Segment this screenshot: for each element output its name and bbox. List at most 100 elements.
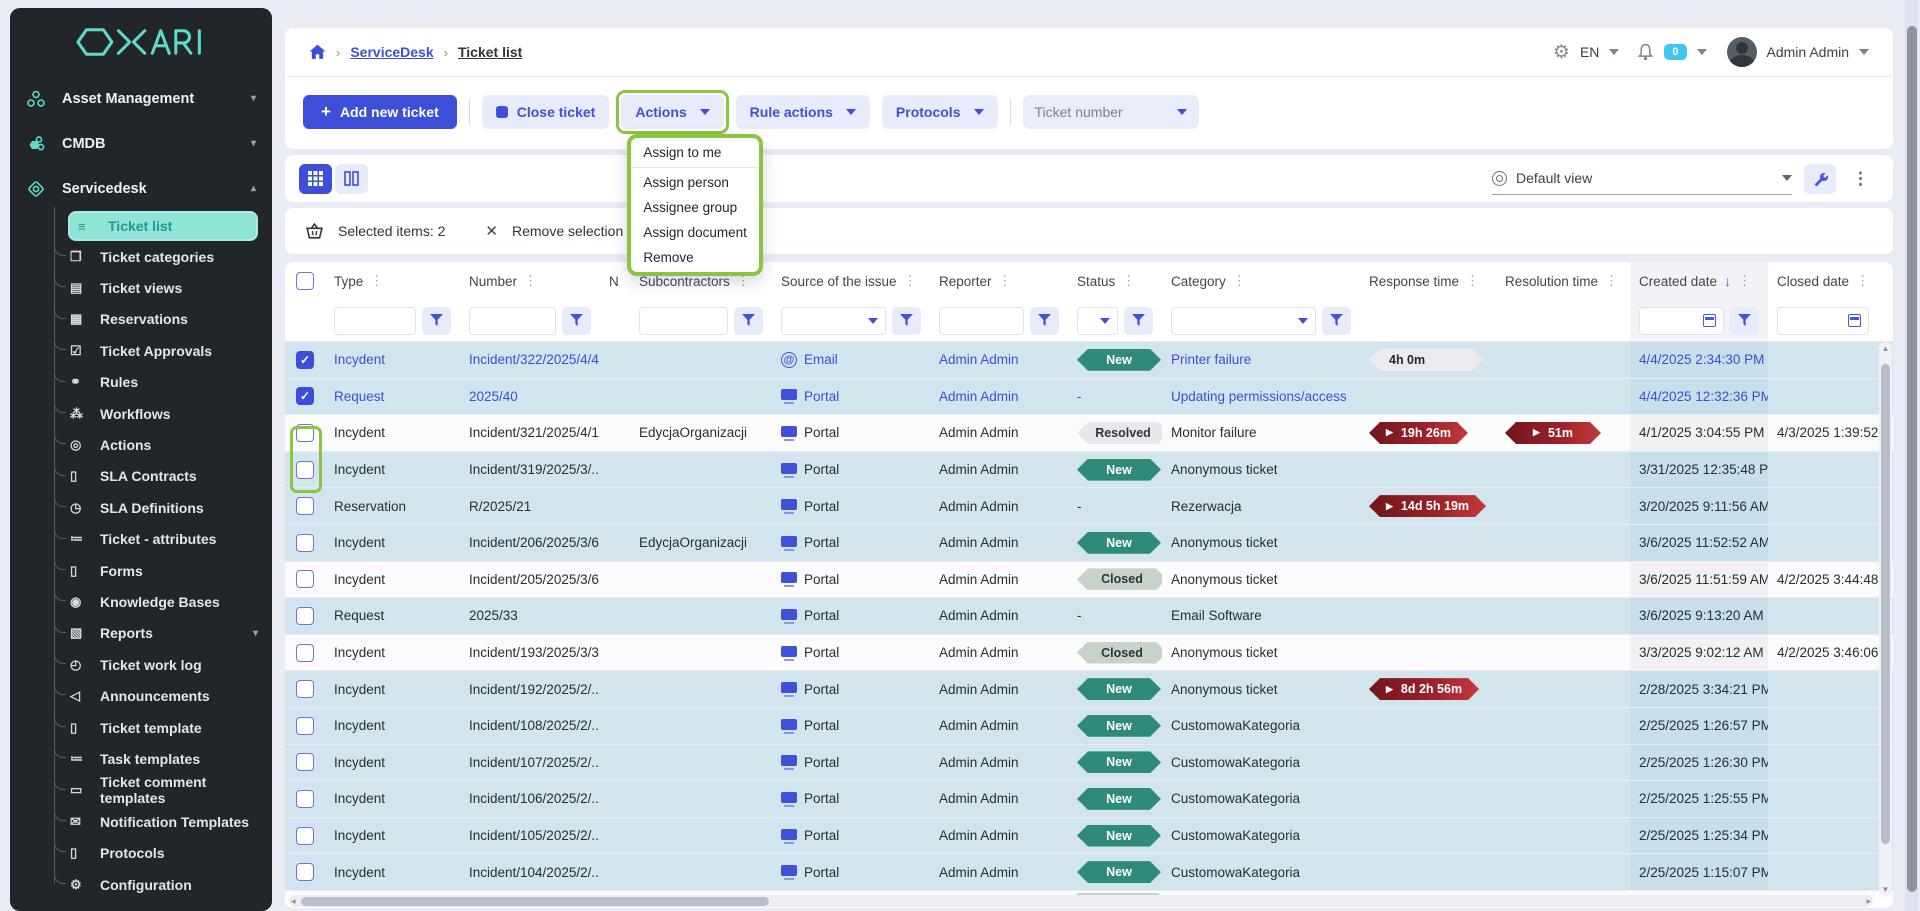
row-checkbox[interactable]: ✓	[296, 351, 314, 369]
sidebar-item-knowledge-bases[interactable]: ◉ Knowledge Bases	[54, 586, 272, 617]
select-all-checkbox[interactable]	[296, 272, 314, 290]
cell-category[interactable]: Anonymous ticket	[1162, 635, 1360, 671]
cell-reporter[interactable]: Admin Admin	[930, 379, 1068, 415]
table-row[interactable]: Incydent Incident/106/2025/2/... Portal …	[285, 781, 1893, 818]
filter-funnel-button[interactable]	[1030, 307, 1059, 335]
page-scroll-thumb[interactable]	[1907, 26, 1917, 892]
cell-reporter[interactable]: Admin Admin	[930, 708, 1068, 744]
column-menu-icon[interactable]: ⋮	[1122, 273, 1135, 289]
sidebar-item-reports[interactable]: ▧ Reports ▾	[54, 618, 272, 649]
table-row[interactable]: Incydent Incident/206/2025/3/6 EdycjaOrg…	[285, 525, 1893, 562]
table-row[interactable]: Incydent Incident/105/2025/2/... Portal …	[285, 818, 1893, 855]
cell-number[interactable]: Incident/319/2025/3/...	[460, 452, 600, 488]
sidebar-item-reservations[interactable]: ▦ Reservations	[54, 304, 272, 335]
cell-reporter[interactable]: Admin Admin	[930, 562, 1068, 598]
horizontal-scroll-thumb[interactable]	[301, 897, 769, 906]
sidebar-item-asset-management[interactable]: Asset Management ▾	[10, 76, 272, 121]
row-checkbox[interactable]	[296, 790, 314, 808]
cell-number[interactable]: Incident/193/2025/3/3	[460, 635, 600, 671]
table-vertical-scrollbar[interactable]: ▲ ▼	[1879, 342, 1892, 896]
sidebar-item-workflows[interactable]: ⁂ Workflows	[54, 398, 272, 429]
cell-reporter[interactable]: Admin Admin	[930, 415, 1068, 451]
cell-number[interactable]: Incident/106/2025/2/...	[460, 781, 600, 817]
menu-item-assign-person[interactable]: Assign person	[631, 170, 759, 195]
row-checkbox[interactable]	[296, 570, 314, 588]
view-more-menu[interactable]: ⋮	[1848, 169, 1873, 189]
column-menu-icon[interactable]: ⋮	[1738, 273, 1751, 289]
cell-reporter[interactable]: Admin Admin	[930, 525, 1068, 561]
cell-category[interactable]: CustomowaKategoria	[1162, 745, 1360, 781]
table-row[interactable]: Incydent Incident/192/2025/2/... Portal …	[285, 671, 1893, 708]
cell-number[interactable]: Incident/105/2025/2/...	[460, 818, 600, 854]
cell-number[interactable]: Incident/104/2025/2/...	[460, 854, 600, 890]
column-menu-icon[interactable]: ⋮	[1605, 273, 1618, 289]
table-horizontal-scrollbar[interactable]: ◂ ▸	[289, 895, 1873, 907]
sidebar-item-task-templates[interactable]: ≔ Task templates	[54, 743, 272, 774]
cell-number[interactable]: Incident/192/2025/2/...	[460, 671, 600, 707]
cell-category[interactable]: CustomowaKategoria	[1162, 781, 1360, 817]
sort-desc-icon[interactable]: ↓	[1724, 273, 1731, 289]
add-new-ticket-button[interactable]: + Add new ticket	[303, 95, 457, 129]
cell-number[interactable]: Incident/205/2025/3/6	[460, 562, 600, 598]
ticket-number-select[interactable]: Ticket number	[1023, 95, 1199, 129]
language-chevron-down-icon[interactable]	[1609, 49, 1619, 55]
table-row[interactable]: Incydent Incident/108/2025/2/... Portal …	[285, 708, 1893, 745]
filter-funnel-button[interactable]	[892, 307, 921, 335]
home-icon[interactable]	[309, 44, 326, 60]
user-name[interactable]: Admin Admin	[1767, 44, 1849, 60]
scroll-down-icon[interactable]: ▼	[1879, 885, 1892, 894]
user-chevron-down-icon[interactable]	[1859, 49, 1869, 55]
sidebar-item-configuration[interactable]: ⚙ Configuration	[54, 869, 272, 900]
sidebar-item-announcements[interactable]: ◁ Announcements	[54, 680, 272, 711]
table-row[interactable]: Incydent Incident/107/2025/2/... Portal …	[285, 745, 1893, 782]
view-select[interactable]: Default view	[1492, 163, 1792, 195]
sidebar-item-sla-contracts[interactable]: ▯ SLA Contracts	[54, 461, 272, 492]
row-checkbox[interactable]	[296, 680, 314, 698]
sidebar-item-protocols[interactable]: ▯ Protocols	[54, 837, 272, 868]
column-view-toggle[interactable]	[335, 164, 368, 194]
sidebar-item-ticket-categories[interactable]: ❒ Ticket categories	[54, 241, 272, 272]
menu-item-remove[interactable]: Remove	[631, 245, 759, 270]
filter-select[interactable]	[1077, 307, 1118, 335]
filter-funnel-button[interactable]	[1730, 307, 1759, 335]
vertical-scroll-thumb[interactable]	[1881, 364, 1890, 844]
view-settings-button[interactable]	[1804, 164, 1836, 194]
cell-category[interactable]: Monitor failure	[1162, 415, 1360, 451]
cell-number[interactable]: Incident/107/2025/2/...	[460, 745, 600, 781]
gear-icon[interactable]: ⚙	[1553, 41, 1570, 64]
sidebar-item-ticket-template[interactable]: ▯ Ticket template	[54, 712, 272, 743]
column-menu-icon[interactable]: ⋮	[1233, 273, 1246, 289]
remove-selection-button[interactable]: Remove selection	[512, 223, 623, 239]
cell-category[interactable]: Updating permissions/access	[1162, 379, 1360, 415]
menu-item-assignee-group[interactable]: Assignee group	[631, 195, 759, 220]
table-row[interactable]: Incydent Incident/193/2025/3/3 Portal Ad…	[285, 635, 1893, 672]
filter-date-input[interactable]	[1639, 307, 1724, 335]
column-menu-icon[interactable]: ⋮	[1856, 273, 1869, 289]
close-ticket-button[interactable]: Close ticket	[482, 95, 610, 129]
protocols-button[interactable]: Protocols	[882, 95, 998, 129]
cell-category[interactable]: CustomowaKategoria	[1162, 854, 1360, 890]
calendar-icon[interactable]	[1848, 314, 1861, 327]
language-label[interactable]: EN	[1580, 44, 1599, 60]
cell-reporter[interactable]: Admin Admin	[930, 452, 1068, 488]
table-row[interactable]: Incydent Incident/104/2025/2/... Portal …	[285, 854, 1893, 891]
cell-number[interactable]: 2025/33	[460, 598, 600, 634]
scroll-up-icon[interactable]: ▲	[1879, 344, 1892, 353]
filter-funnel-button[interactable]	[422, 307, 451, 335]
cell-reporter[interactable]: Admin Admin	[930, 818, 1068, 854]
row-checkbox[interactable]	[296, 863, 314, 881]
cell-number[interactable]: 2025/40	[460, 379, 600, 415]
column-menu-icon[interactable]: ⋮	[524, 273, 537, 289]
cell-reporter[interactable]: Admin Admin	[930, 488, 1068, 524]
cell-number[interactable]: R/2025/21	[460, 488, 600, 524]
column-menu-icon[interactable]: ⋮	[999, 273, 1012, 289]
notification-chevron-down-icon[interactable]	[1697, 49, 1707, 55]
cell-reporter[interactable]: Admin Admin	[930, 342, 1068, 378]
row-checkbox[interactable]	[296, 753, 314, 771]
cell-category[interactable]: CustomowaKategoria	[1162, 818, 1360, 854]
column-menu-icon[interactable]: ⋮	[904, 273, 917, 289]
scroll-left-icon[interactable]: ◂	[291, 895, 296, 907]
sidebar-item-rules[interactable]: ⚭ Rules	[54, 367, 272, 398]
column-menu-icon[interactable]: ⋮	[1466, 273, 1479, 289]
menu-item-assign-document[interactable]: Assign document	[631, 220, 759, 245]
